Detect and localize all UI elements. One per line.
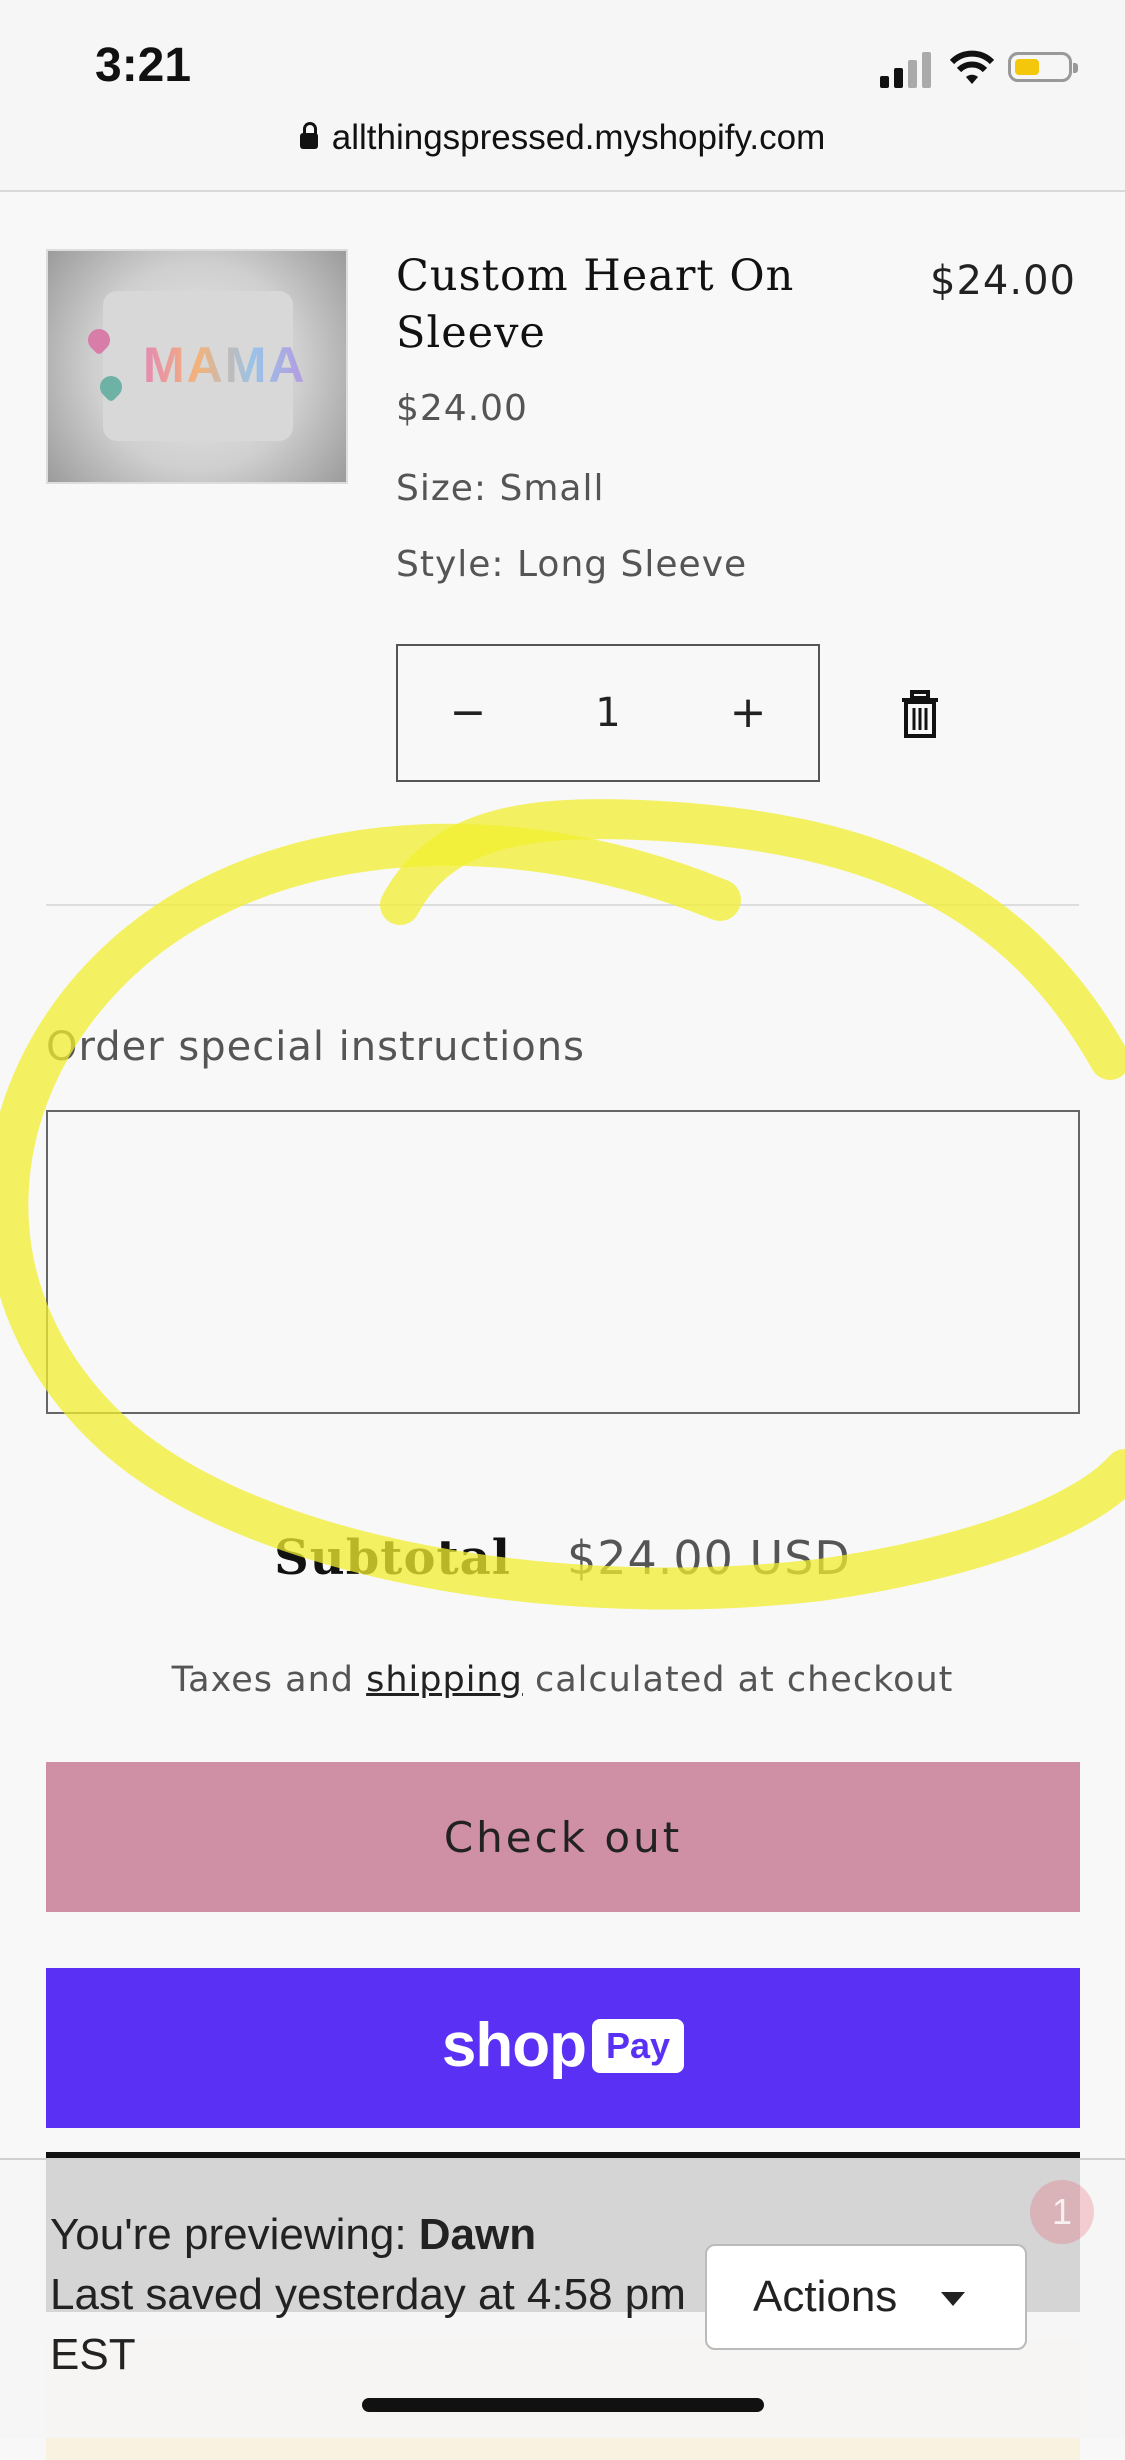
actions-dropdown[interactable]: Actions [705, 2244, 1027, 2350]
shop-pay-wordmark: shop [441, 2011, 587, 2080]
quantity-stepper: − 1 + [396, 644, 820, 782]
line-total-price: $24.00 [930, 258, 1076, 304]
cellular-signal-icon [880, 50, 934, 88]
shipping-link[interactable]: shipping [366, 1660, 523, 1700]
product-title[interactable]: Custom Heart On Sleeve [396, 248, 836, 362]
subtotal-value: $24.00 USD [566, 1531, 851, 1585]
taxes-suffix: calculated at checkout [522, 1660, 954, 1700]
increase-quantity-button[interactable]: + [698, 646, 798, 780]
taxes-prefix: Taxes and [171, 1660, 367, 1700]
product-image-text: MAMA [143, 337, 307, 393]
notification-badge[interactable]: 1 [1030, 2180, 1094, 2244]
home-indicator[interactable] [362, 2398, 764, 2412]
checkout-button[interactable]: Check out [46, 1762, 1080, 1912]
style-option: Style: Long Sleeve [396, 544, 748, 585]
wifi-icon [949, 50, 995, 84]
url-text: allthingspressed.myshopify.com [331, 118, 826, 157]
caret-down-icon [941, 2292, 965, 2306]
special-instructions-field[interactable] [46, 1110, 1080, 1414]
quantity-value[interactable]: 1 [508, 646, 708, 780]
browser-status-bar [0, 0, 1125, 192]
actions-label: Actions [753, 2272, 898, 2321]
divider [46, 904, 1079, 906]
last-saved-text: Last saved yesterday at 4:58 pm EST [50, 2270, 686, 2379]
clock: 3:21 [95, 39, 192, 92]
instructions-label: Order special instructions [46, 1024, 585, 1070]
subtotal-row: Subtotal $24.00 USD [0, 1530, 1125, 1586]
battery-icon [1008, 52, 1078, 82]
preview-info: You're previewing: Dawn Last saved yeste… [50, 2205, 690, 2385]
address-bar[interactable]: allthingspressed.myshopify.com [0, 118, 1125, 158]
decrease-quantity-button[interactable]: − [418, 646, 518, 780]
subtotal-label: Subtotal [274, 1530, 511, 1586]
unit-price: $24.00 [396, 388, 528, 429]
shop-pay-badge: Pay [592, 2018, 685, 2073]
shop-pay-button[interactable]: shop Pay [46, 1968, 1080, 2128]
theme-name: Dawn [418, 2210, 537, 2259]
previewing-prefix: You're previewing: [50, 2210, 419, 2259]
lock-icon [299, 122, 318, 149]
product-thumbnail[interactable]: MAMA [46, 249, 348, 484]
trash-icon[interactable] [898, 690, 942, 738]
size-option: Size: Small [396, 468, 605, 509]
taxes-note: Taxes and shipping calculated at checkou… [0, 1660, 1125, 1700]
